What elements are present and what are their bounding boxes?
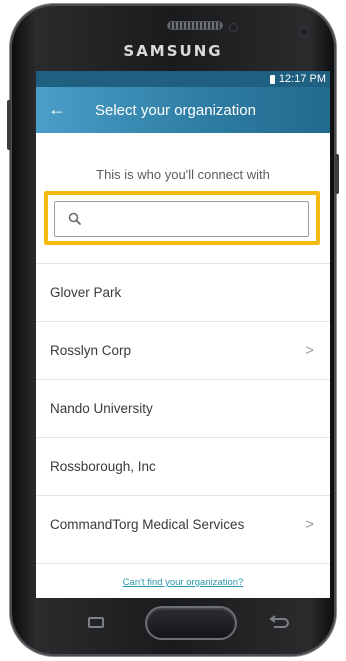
status-time: 12:17 PM	[278, 73, 326, 85]
list-item[interactable]: Glover Park	[36, 263, 330, 321]
search-field[interactable]	[54, 201, 309, 238]
chevron-right-icon: >	[305, 516, 314, 533]
organization-name: CommandTorg Medical Services	[50, 517, 245, 532]
organization-name: Nando University	[50, 401, 153, 416]
battery-icon	[269, 74, 275, 84]
app-bar: ← Select your organization	[36, 87, 330, 133]
power-button	[335, 154, 339, 194]
back-arrow-icon[interactable]: ←	[48, 99, 66, 119]
list-item[interactable]: Rosslyn Corp >	[36, 321, 330, 379]
search-input[interactable]	[91, 202, 305, 238]
volume-button	[7, 100, 11, 150]
organization-name: Rossborough, Inc	[50, 459, 156, 474]
front-camera	[300, 28, 308, 36]
search-icon	[68, 212, 81, 225]
proximity-sensor	[230, 24, 237, 31]
cant-find-organization-link[interactable]: Can't find your organization?	[36, 577, 330, 588]
page-title: Select your organization	[95, 102, 256, 119]
organization-list: Glover Park Rosslyn Corp > Nando Univers…	[36, 263, 330, 553]
list-item[interactable]: Nando University	[36, 379, 330, 437]
recent-apps-icon[interactable]	[88, 617, 104, 628]
organization-name: Rosslyn Corp	[50, 343, 132, 358]
back-icon[interactable]	[262, 612, 294, 632]
subtitle: This is who you'll connect with	[96, 167, 270, 182]
home-button[interactable]	[147, 608, 235, 638]
brand-logo: SAMSUNG	[123, 42, 223, 60]
status-bar: 12:17 PM	[36, 71, 330, 87]
earpiece-speaker	[168, 22, 222, 29]
organization-name: Glover Park	[50, 285, 122, 300]
phone-screen: 12:17 PM ← Select your organization This…	[36, 71, 330, 598]
list-item[interactable]: CommandTorg Medical Services >	[36, 495, 330, 553]
list-item[interactable]: Rossborough, Inc	[36, 437, 330, 495]
chevron-right-icon: >	[305, 342, 314, 359]
footer-divider	[36, 563, 330, 564]
